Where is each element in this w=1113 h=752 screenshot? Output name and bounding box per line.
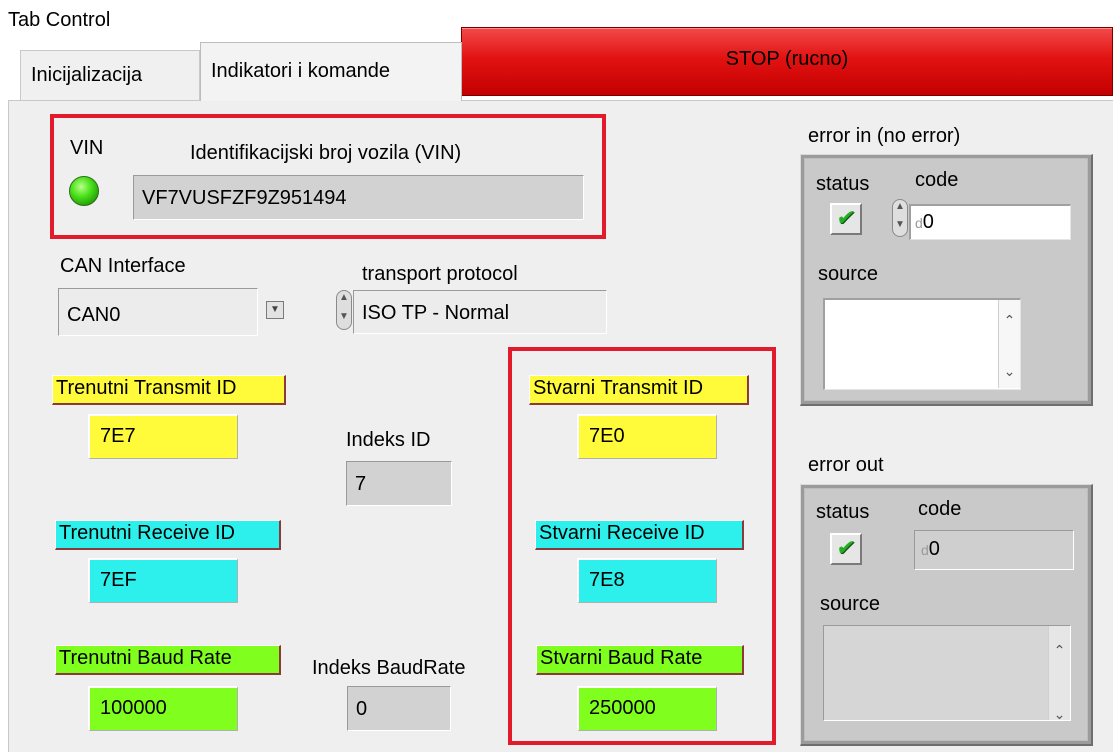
vin-led-indicator: [69, 176, 99, 206]
error-out-status-indicator: ✔: [830, 533, 862, 565]
trenutni-baud-label: Trenutni Baud Rate: [55, 645, 281, 675]
error-in-code-field[interactable]: d0: [909, 204, 1071, 240]
tab-control-title: Tab Control: [8, 9, 111, 31]
error-out-source-field: ⌃ ⌄: [823, 625, 1071, 722]
trenutni-baud-value: 100000: [88, 686, 238, 731]
error-out-source-label: source: [820, 593, 881, 615]
error-in-status-label: status: [816, 173, 870, 195]
error-in-code-label: code: [915, 169, 959, 191]
transport-protocol-value: ISO TP - Normal: [362, 302, 510, 324]
arrow-down-icon[interactable]: ▼: [893, 218, 907, 236]
error-in-title: error in (no error): [808, 125, 961, 147]
indeks-id-value: 7: [355, 473, 367, 495]
error-in-code-value: 0: [922, 211, 934, 233]
error-out-title: error out: [808, 454, 884, 476]
arrow-up-icon[interactable]: ▲: [893, 200, 907, 218]
trenutni-receive-label: Trenutni Receive ID: [55, 520, 281, 550]
tab-inicijalizacija[interactable]: Inicijalizacija: [20, 50, 200, 100]
scroll-down-icon[interactable]: ⌄: [1049, 702, 1070, 726]
arrow-down-icon[interactable]: ▼: [337, 310, 351, 329]
error-out-scrollbar[interactable]: ⌃ ⌄: [1048, 626, 1070, 722]
vin-led-label: VIN: [70, 137, 104, 159]
stvarni-receive-label: Stvarni Receive ID: [535, 520, 744, 550]
stop-button[interactable]: STOP (rucno): [461, 27, 1113, 96]
error-out-code-field: d0: [914, 530, 1074, 570]
error-out-d-tag: d: [921, 542, 929, 558]
transport-protocol-field[interactable]: ISO TP - Normal: [353, 290, 607, 334]
checkmark-icon: ✔: [834, 535, 858, 560]
error-in-d-tag: d: [915, 215, 923, 231]
scroll-up-icon[interactable]: ⌃: [1049, 638, 1070, 662]
checkmark-icon: ✔: [834, 205, 858, 230]
stop-button-label: STOP (rucno): [725, 48, 849, 70]
error-in-scrollbar[interactable]: ⌃ ⌄: [998, 300, 1020, 388]
indeks-baudrate-field: 0: [347, 686, 451, 731]
transport-protocol-label: transport protocol: [362, 263, 518, 285]
can-interface-label: CAN Interface: [60, 255, 186, 277]
error-in-code-stepper-icon[interactable]: ▲ ▼: [892, 199, 908, 237]
error-out-code-value: 0: [928, 538, 940, 560]
vin-field-label: Identifikacijski broj vozila (VIN): [190, 142, 462, 164]
can-interface-value: CAN0: [67, 304, 121, 326]
vin-value: VF7VUSFZF9Z951494: [142, 187, 347, 209]
stvarni-baud-value: 250000: [577, 686, 717, 731]
stvarni-baud-label: Stvarni Baud Rate: [536, 645, 744, 675]
chevron-down-icon[interactable]: ▼: [266, 301, 284, 319]
error-in-source-label: source: [818, 263, 879, 285]
tab-indikatori-label: Indikatori i komande: [211, 60, 390, 82]
indeks-baudrate-value: 0: [356, 698, 368, 720]
trenutni-transmit-label: Trenutni Transmit ID: [52, 375, 286, 405]
vin-value-field: VF7VUSFZF9Z951494: [133, 175, 584, 220]
can-interface-field[interactable]: CAN0: [58, 288, 258, 336]
indeks-id-field: 7: [346, 461, 452, 506]
trenutni-transmit-value: 7E7: [88, 414, 238, 459]
tab-indikatori-i-komande[interactable]: Indikatori i komande: [200, 42, 462, 101]
tab-inicijalizacija-label: Inicijalizacija: [31, 64, 143, 86]
stvarni-receive-value: 7E8: [577, 558, 717, 603]
error-out-status-label: status: [816, 501, 870, 523]
error-in-source-field[interactable]: ⌃ ⌄: [823, 298, 1021, 390]
error-in-status-checkbox[interactable]: ✔: [830, 203, 862, 235]
transport-protocol-stepper-icon[interactable]: ▲ ▼: [336, 290, 352, 330]
arrow-up-icon[interactable]: ▲: [337, 291, 351, 310]
stvarni-transmit-label: Stvarni Transmit ID: [529, 375, 749, 405]
indeks-id-label: Indeks ID: [346, 429, 431, 451]
error-out-code-label: code: [918, 498, 962, 520]
trenutni-receive-value: 7EF: [88, 558, 238, 603]
stvarni-transmit-value: 7E0: [577, 414, 717, 459]
scroll-up-icon[interactable]: ⌃: [999, 312, 1020, 329]
scroll-down-icon[interactable]: ⌄: [999, 363, 1020, 380]
indeks-baudrate-label: Indeks BaudRate: [312, 657, 466, 679]
